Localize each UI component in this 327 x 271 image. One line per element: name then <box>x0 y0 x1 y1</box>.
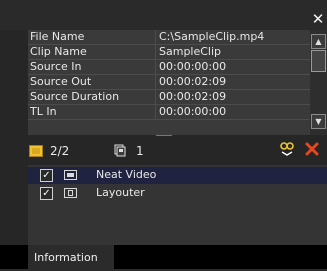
property-row-source-out[interactable]: Source Out 00:00:02:09 <box>28 75 310 90</box>
layer-count: 1 <box>136 144 144 158</box>
column-divider <box>155 105 156 120</box>
property-value: C:\SampleClip.mp4 <box>159 30 265 43</box>
property-key: Source Out <box>30 75 92 88</box>
property-scrollbar[interactable]: ▲ ▼ <box>310 30 327 135</box>
effect-label: Neat Video <box>96 168 157 181</box>
property-value: 00:00:00:00 <box>159 105 227 118</box>
effect-checkbox[interactable]: ✓ <box>40 169 53 182</box>
clip-count: 2/2 <box>50 144 70 158</box>
row-divider <box>28 119 310 120</box>
video-filter-icon <box>64 170 77 180</box>
property-row-source-duration[interactable]: Source Duration 00:00:02:09 <box>28 90 310 105</box>
effect-item-layouter[interactable]: ✓ Layouter <box>28 185 327 202</box>
property-key: Source In <box>30 60 82 73</box>
tab-information[interactable]: Information <box>28 245 114 269</box>
effect-item-neat-video[interactable]: ✓ Neat Video <box>28 167 327 184</box>
clip-icon <box>29 145 43 157</box>
property-key: File Name <box>30 30 85 43</box>
property-value: 00:00:02:09 <box>159 90 227 103</box>
column-divider <box>155 60 156 75</box>
property-row-clip-name[interactable]: Clip Name SampleClip <box>28 45 310 60</box>
property-key: Clip Name <box>30 45 87 58</box>
property-key: TL In <box>30 105 57 118</box>
panel-titlebar: ✕ <box>0 0 327 30</box>
column-divider <box>155 75 156 90</box>
column-divider <box>155 30 156 45</box>
effect-checkbox[interactable]: ✓ <box>40 187 53 200</box>
close-icon[interactable]: ✕ <box>311 11 325 27</box>
property-value: SampleClip <box>159 45 222 58</box>
scroll-thumb[interactable] <box>311 50 326 72</box>
column-divider <box>155 90 156 105</box>
scroll-up-icon[interactable]: ▲ <box>311 34 326 49</box>
information-panel: ✕ File Name C:\SampleClip.mp4 Clip Name … <box>0 0 327 269</box>
property-key: Source Duration <box>30 90 120 103</box>
property-row-file-name[interactable]: File Name C:\SampleClip.mp4 <box>28 30 310 45</box>
effect-label: Layouter <box>96 186 145 199</box>
scroll-down-icon[interactable]: ▼ <box>311 114 326 129</box>
layer-stack-icon <box>114 144 126 157</box>
link-icon[interactable] <box>279 141 295 157</box>
delete-icon[interactable] <box>303 140 321 158</box>
panel-tab-strip: Information <box>0 245 327 269</box>
effects-list: ✓ Neat Video ✓ Layouter <box>28 165 327 245</box>
layouter-icon <box>64 188 77 198</box>
property-value: 00:00:02:09 <box>159 75 227 88</box>
property-row-tl-in[interactable]: TL In 00:00:00:00 <box>28 105 310 120</box>
property-row-source-in[interactable]: Source In 00:00:00:00 <box>28 60 310 75</box>
column-divider <box>155 45 156 60</box>
property-grid: File Name C:\SampleClip.mp4 Clip Name Sa… <box>28 30 310 135</box>
property-value: 00:00:00:00 <box>159 60 227 73</box>
